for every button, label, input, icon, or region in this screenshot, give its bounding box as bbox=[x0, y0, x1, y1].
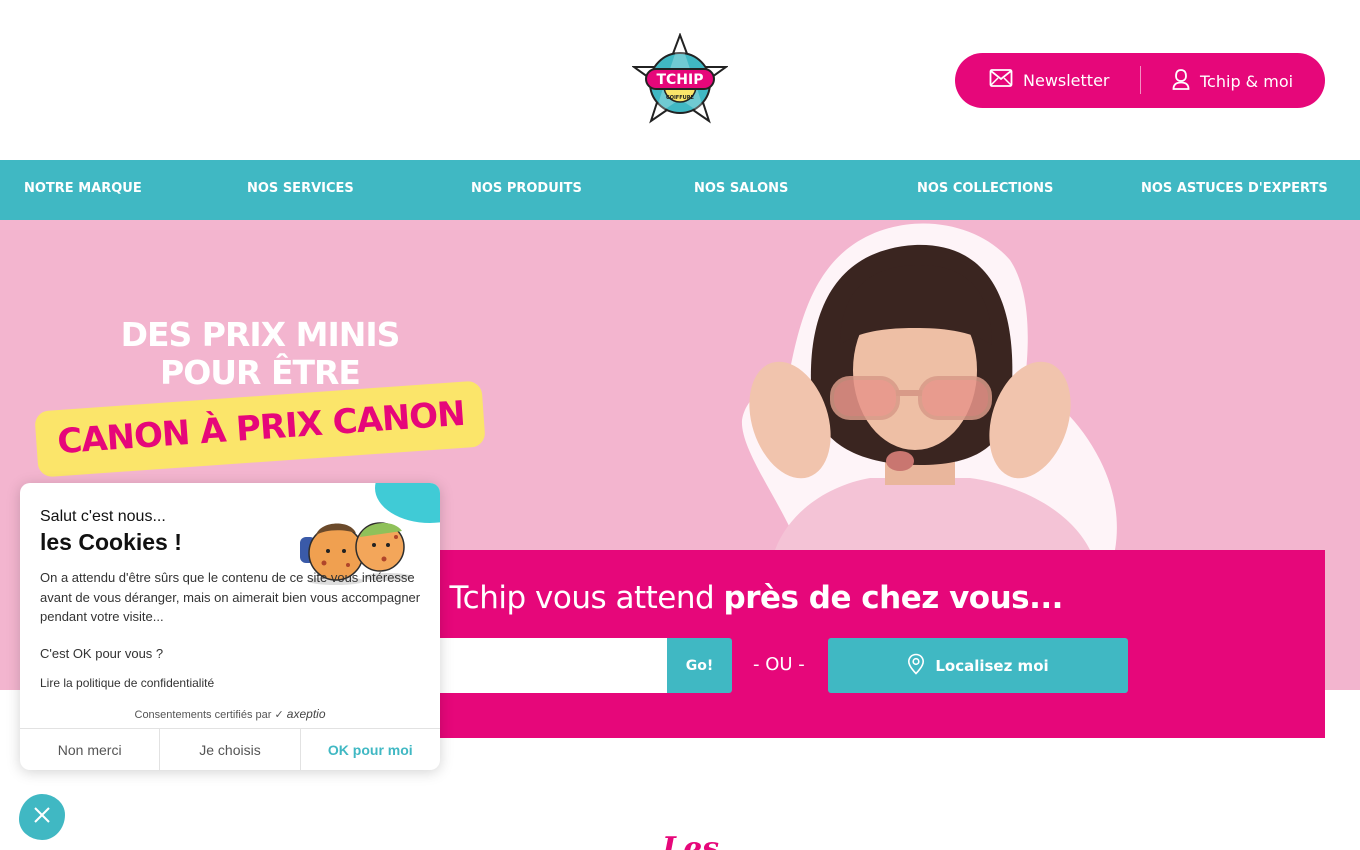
privacy-policy-link[interactable]: Lire la politique de confidentialité bbox=[40, 676, 214, 690]
hero-title-line1: DES PRIX MINIS bbox=[120, 315, 401, 354]
finder-heading-bold: près de chez vous... bbox=[723, 580, 1064, 616]
site-header: TCHIP COIFFURE Newsletter Tchip & moi bbox=[0, 0, 1360, 160]
logo-text: TCHIP bbox=[656, 72, 703, 88]
user-icon bbox=[1172, 68, 1190, 94]
nav-item-nos-salons[interactable]: NOS SALONS bbox=[694, 181, 788, 196]
section-heading: Les bbox=[662, 831, 720, 850]
or-separator: - OU - bbox=[753, 654, 805, 675]
cookie-question: C'est OK pour vous ? bbox=[40, 646, 164, 661]
account-label: Tchip & moi bbox=[1200, 71, 1294, 91]
cookie-close-button[interactable] bbox=[19, 794, 65, 840]
finder-heading: n Tchip vous attend près de chez vous... bbox=[421, 580, 1063, 616]
cookie-consent-panel: Salut c'est nous... les Cookies ! On a a… bbox=[20, 483, 440, 770]
salon-finder: n Tchip vous attend près de chez vous...… bbox=[395, 550, 1325, 738]
header-divider bbox=[1140, 66, 1141, 94]
locate-me-label: Localisez moi bbox=[935, 656, 1049, 675]
logo-subtext: COIFFURE bbox=[666, 95, 695, 101]
cookie-title: les Cookies ! bbox=[40, 529, 182, 555]
nav-item-nos-astuces[interactable]: NOS ASTUCES D'EXPERTS bbox=[1141, 181, 1328, 196]
envelope-icon bbox=[989, 68, 1013, 92]
cookie-refuse-button[interactable]: Non merci bbox=[20, 729, 161, 770]
newsletter-button[interactable]: Newsletter bbox=[989, 68, 1110, 92]
go-button[interactable]: Go! bbox=[667, 638, 732, 693]
nav-item-notre-marque[interactable]: NOTRE MARQUE bbox=[24, 181, 142, 196]
cookie-button-bar: Non merci Je choisis OK pour moi bbox=[20, 728, 440, 770]
header-actions-pill: Newsletter Tchip & moi bbox=[955, 53, 1325, 108]
nav-item-nos-collections[interactable]: NOS COLLECTIONS bbox=[917, 181, 1053, 196]
cookie-accept-button[interactable]: OK pour moi bbox=[301, 729, 440, 770]
map-pin-icon bbox=[907, 653, 925, 679]
consent-certification: Consentements certifiés par ✓ axeptio bbox=[20, 707, 440, 721]
consent-certification-text: Consentements certifiés par bbox=[134, 709, 272, 721]
nav-item-nos-services[interactable]: NOS SERVICES bbox=[247, 181, 354, 196]
nav-item-nos-produits[interactable]: NOS PRODUITS bbox=[471, 181, 582, 196]
hero-title: DES PRIX MINIS POUR ÊTRE bbox=[60, 316, 460, 392]
axeptio-check-icon: ✓ bbox=[274, 709, 284, 721]
axeptio-brand[interactable]: axeptio bbox=[287, 707, 326, 721]
finder-heading-regular: n Tchip vous attend bbox=[421, 580, 724, 616]
location-input[interactable] bbox=[415, 638, 667, 693]
cookie-choose-button[interactable]: Je choisis bbox=[160, 729, 301, 770]
cookie-greeting: Salut c'est nous... bbox=[40, 508, 166, 525]
newsletter-label: Newsletter bbox=[1023, 70, 1110, 90]
tchip-logo[interactable]: TCHIP COIFFURE bbox=[630, 32, 730, 129]
main-nav: NOTRE MARQUE NOS SERVICES NOS PRODUITS N… bbox=[0, 160, 1360, 220]
cookie-message: On a attendu d'être sûrs que le contenu … bbox=[40, 570, 421, 624]
close-icon bbox=[33, 806, 51, 828]
hero-model-image bbox=[720, 220, 1140, 550]
page: TCHIP COIFFURE Newsletter Tchip & moi NO… bbox=[0, 0, 1360, 850]
account-button[interactable]: Tchip & moi bbox=[1172, 68, 1293, 94]
locate-me-button[interactable]: Localisez moi bbox=[828, 638, 1128, 693]
